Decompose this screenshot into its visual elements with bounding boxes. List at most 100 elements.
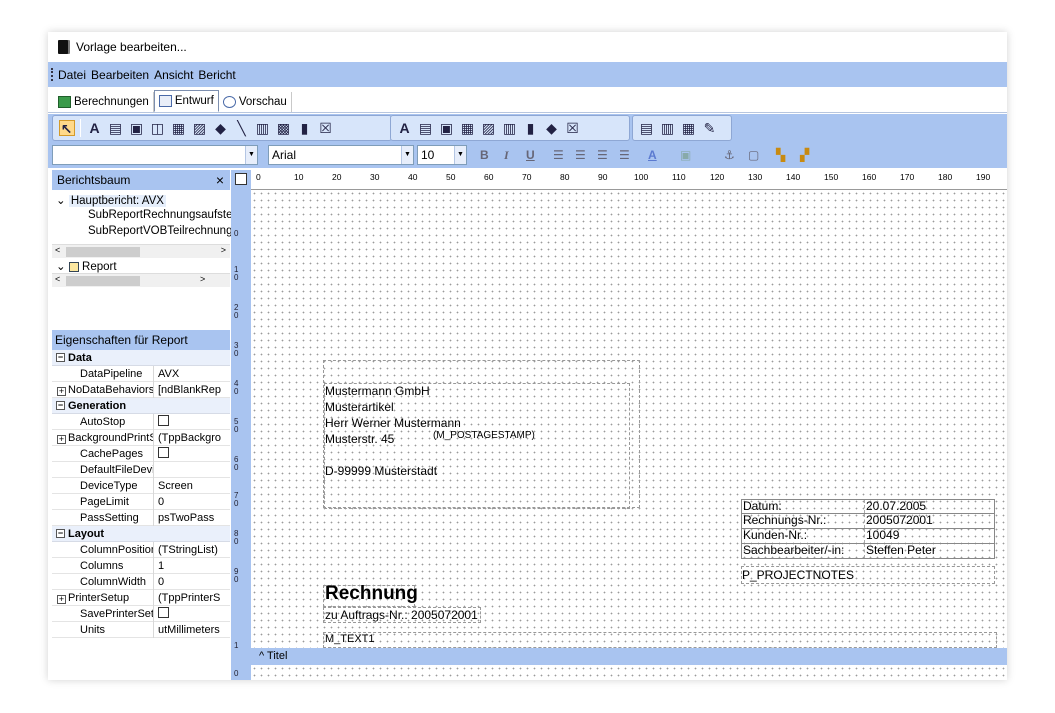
font-name-select[interactable]: Arial ▼ <box>268 145 414 165</box>
align-left-icon[interactable]: ☰ <box>553 142 564 168</box>
menu-datei[interactable]: Datei <box>58 68 91 82</box>
dbtext-icon[interactable]: A <box>397 120 413 136</box>
chevron-down-icon[interactable]: ▼ <box>401 146 413 164</box>
postage-stamp-field[interactable]: (M_POSTAGESTAMP) <box>433 430 535 441</box>
scroll-right-icon[interactable]: > <box>200 274 205 284</box>
align-center-icon[interactable]: ☰ <box>575 142 586 168</box>
tab-entwurf[interactable]: Entwurf <box>153 90 219 112</box>
close-icon[interactable]: × <box>216 172 224 188</box>
property-row[interactable]: AutoStop <box>52 413 230 430</box>
pointer-icon[interactable]: ↖ <box>58 120 75 137</box>
menu-bericht[interactable]: Bericht <box>198 68 240 82</box>
info-row[interactable]: Rechnungs-Nr.: 2005072001 <box>741 514 995 529</box>
property-value[interactable]: (TppPrinterS <box>154 592 226 604</box>
expand-icon[interactable]: + <box>57 594 66 604</box>
menu-grip[interactable] <box>51 68 54 81</box>
chevron-down-icon[interactable]: ⌄ <box>56 195 66 207</box>
dbimage-icon[interactable]: ▨ <box>481 120 497 136</box>
dbbarcode-icon[interactable]: ▥ <box>502 120 518 136</box>
property-row[interactable]: ColumnWidth 0 <box>52 573 230 590</box>
ruler-corner-icon[interactable] <box>235 173 247 185</box>
property-value[interactable] <box>154 446 226 461</box>
property-value[interactable]: (TppBackgro <box>154 432 226 444</box>
scrollbar-thumb[interactable] <box>66 276 140 286</box>
scroll-right-icon[interactable]: > <box>221 245 226 255</box>
property-value[interactable]: (TStringList) <box>154 544 226 556</box>
scrollbar-thumb[interactable] <box>66 247 140 257</box>
image-icon[interactable]: ▨ <box>192 120 208 136</box>
align-right-icon[interactable]: ☰ <box>597 142 608 168</box>
chevron-down-icon[interactable]: ⌄ <box>56 261 66 273</box>
property-row[interactable]: DefaultFileDeviceT <box>52 461 230 478</box>
systemvariable-icon[interactable]: ◫ <box>150 120 166 136</box>
dbmemo-icon[interactable]: ▤ <box>418 120 434 136</box>
property-row[interactable]: SavePrinterSetup <box>52 605 230 622</box>
property-row[interactable]: + NoDataBehaviors [ndBlankRep <box>52 381 230 398</box>
expand-icon[interactable]: + <box>57 434 66 444</box>
chevron-down-icon[interactable]: ▼ <box>245 146 257 164</box>
property-row[interactable]: PageLimit 0 <box>52 493 230 510</box>
report-scrollbar[interactable]: < > <box>52 273 230 287</box>
border-icon[interactable]: ▢ <box>748 142 759 168</box>
property-value[interactable] <box>154 606 226 621</box>
dbcheckbox-icon[interactable]: ☒ <box>565 120 581 136</box>
property-row[interactable]: Units utMillimeters <box>52 621 230 638</box>
property-row[interactable]: ColumnPositions(TStringList) <box>52 541 230 558</box>
property-row[interactable]: Columns 1 <box>52 557 230 574</box>
italic-button[interactable]: I <box>504 142 509 168</box>
property-row[interactable]: PassSetting psTwoPass <box>52 509 230 526</box>
richtext-icon[interactable]: ▣ <box>129 120 145 136</box>
collapse-icon[interactable]: − <box>56 353 65 362</box>
line-icon[interactable]: ╲ <box>234 120 250 136</box>
2dbarcode-icon[interactable]: ▩ <box>276 120 292 136</box>
barcode-icon[interactable]: ▥ <box>255 120 271 136</box>
paint-icon[interactable]: ✎ <box>702 120 718 136</box>
expand-icon[interactable]: + <box>57 386 66 396</box>
bold-button[interactable]: B <box>480 142 489 168</box>
anchor-icon[interactable]: ⚓ <box>724 142 735 168</box>
tree-root[interactable]: ⌄ Hauptbericht: AVX <box>56 193 166 207</box>
category-layout[interactable]: − Layout <box>52 526 230 542</box>
cachepages-checkbox[interactable] <box>158 446 169 458</box>
dbchart-icon[interactable]: ▮ <box>523 120 539 136</box>
underline-button[interactable]: U <box>526 142 535 168</box>
property-value[interactable]: AVX <box>154 368 226 380</box>
tree-item[interactable]: SubReportVOBTeilrechnung <box>88 225 232 237</box>
property-value[interactable]: 0 <box>154 576 226 588</box>
font-color-icon[interactable]: A <box>648 142 657 168</box>
highlight-color-icon[interactable]: ▣ <box>680 142 691 168</box>
design-canvas[interactable]: Mustermann GmbH Musterartikel Herr Werne… <box>251 190 1007 648</box>
menu-bearbeiten[interactable]: Bearbeiten <box>91 68 154 82</box>
report-node[interactable]: ⌄ Report <box>56 259 117 273</box>
property-value[interactable]: 1 <box>154 560 226 572</box>
chevron-down-icon[interactable]: ▼ <box>454 146 466 164</box>
property-value[interactable]: utMillimeters <box>154 624 226 636</box>
mtext-field[interactable] <box>323 632 997 648</box>
menu-ansicht[interactable]: Ansicht <box>154 68 198 82</box>
info-row[interactable]: Sachbearbeiter/-in: Steffen Peter <box>741 544 995 559</box>
property-value[interactable]: 0 <box>154 496 226 508</box>
dbrichtext-icon[interactable]: ▣ <box>439 120 455 136</box>
property-row[interactable]: + BackgroundPrintSe (TppBackgro <box>52 429 230 446</box>
dbcalc-icon[interactable]: ▦ <box>460 120 476 136</box>
shape-icon[interactable]: ◆ <box>213 120 229 136</box>
crosstab-icon[interactable]: ▦ <box>681 120 697 136</box>
property-row[interactable]: DataPipeline AVX <box>52 365 230 382</box>
memo-icon[interactable]: ▤ <box>108 120 124 136</box>
property-row[interactable]: DeviceType Screen <box>52 477 230 494</box>
checkbox-icon[interactable]: ☒ <box>318 120 334 136</box>
tree-item[interactable]: SubReportRechnungsaufste <box>88 209 233 221</box>
info-row[interactable]: Datum: 20.07.2005 <box>741 499 995 514</box>
chart-icon[interactable]: ▮ <box>297 120 313 136</box>
autostop-checkbox[interactable] <box>158 414 169 426</box>
tree-scrollbar[interactable]: < > <box>52 244 230 258</box>
scroll-left-icon[interactable]: < <box>55 274 60 284</box>
property-value[interactable]: psTwoPass <box>154 512 226 524</box>
property-row[interactable]: CachePages <box>52 445 230 462</box>
title-band-header[interactable]: ^ Titel <box>231 648 1007 665</box>
category-data[interactable]: − Data <box>52 350 230 366</box>
tab-vorschau[interactable]: Vorschau <box>219 92 292 112</box>
property-value[interactable] <box>154 414 226 429</box>
property-row[interactable]: + PrinterSetup (TppPrinterS <box>52 589 230 606</box>
justify-icon[interactable]: ☰ <box>619 142 630 168</box>
